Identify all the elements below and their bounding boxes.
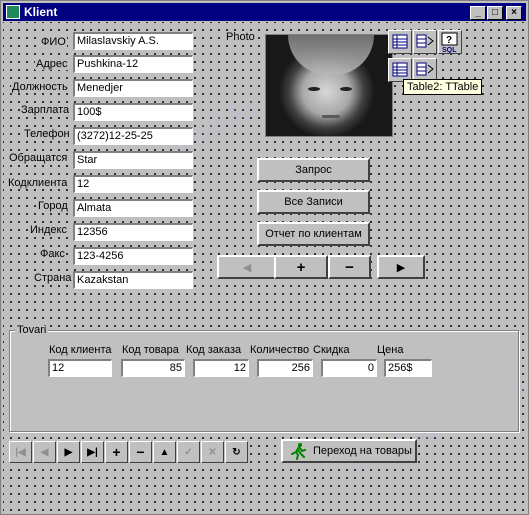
tovar-client-code-field[interactable]: 12 bbox=[48, 359, 112, 377]
label-city: Город bbox=[37, 200, 69, 212]
query-button[interactable]: Запрос bbox=[257, 158, 370, 182]
col-client-code: Код клиента bbox=[48, 344, 113, 356]
svg-text:SQL: SQL bbox=[442, 47, 457, 53]
label-salary: Зарплата bbox=[20, 104, 71, 116]
insert-button[interactable]: + bbox=[274, 255, 328, 279]
datasource-icon[interactable] bbox=[388, 30, 412, 54]
index-field[interactable]: 12356 bbox=[73, 223, 193, 241]
nav-delete-button[interactable]: − bbox=[129, 441, 152, 463]
prior-button[interactable]: ◀ bbox=[217, 255, 277, 279]
label-index: Индекс bbox=[29, 224, 68, 236]
col-goods-code: Код товара bbox=[121, 344, 180, 356]
col-quantity: Количество bbox=[249, 344, 311, 356]
label-address-form: Обращатся bbox=[8, 152, 69, 164]
delete-button[interactable]: − bbox=[328, 255, 371, 279]
label-client-code: Кодклиента bbox=[7, 177, 69, 189]
label-fax: Факс bbox=[39, 248, 66, 260]
salary-field[interactable]: 100$ bbox=[73, 103, 193, 121]
col-discount: Скидка bbox=[312, 344, 351, 356]
client-photo bbox=[265, 34, 393, 137]
tovar-quantity-field[interactable]: 256 bbox=[257, 359, 313, 377]
fax-field[interactable]: 123-4256 bbox=[73, 247, 193, 265]
component-tooltip: Table2: TTable bbox=[403, 79, 483, 95]
city-field[interactable]: Almata bbox=[73, 199, 193, 217]
nav-last-button[interactable]: ▶| bbox=[81, 441, 104, 463]
position-field[interactable]: Menedjer bbox=[73, 79, 193, 97]
label-phone: Телефон bbox=[23, 128, 71, 140]
table-link-icon[interactable] bbox=[413, 30, 437, 54]
fio-field[interactable]: Milaslavskiy A.S. bbox=[73, 32, 193, 50]
label-address: Адрес bbox=[35, 58, 69, 70]
close-button[interactable]: × bbox=[506, 6, 522, 20]
col-order-code: Код заказа bbox=[185, 344, 243, 356]
client-report-button[interactable]: Отчет по клиентам bbox=[257, 222, 370, 246]
minimize-button[interactable]: _ bbox=[470, 6, 486, 20]
label-fio: ФИО bbox=[40, 36, 67, 48]
nav-edit-button[interactable]: ▲ bbox=[153, 441, 176, 463]
nav-next-button[interactable]: ▶ bbox=[57, 441, 80, 463]
label-country: Страна bbox=[33, 272, 73, 284]
main-window: Klient _ □ × Stud.kz - Stud.kz Stud.kz -… bbox=[0, 0, 529, 515]
nav-refresh-button[interactable]: ↻ bbox=[225, 441, 248, 463]
nav-first-button[interactable]: |◀ bbox=[9, 441, 32, 463]
address-form-field[interactable]: Star bbox=[73, 151, 193, 169]
maximize-button[interactable]: □ bbox=[487, 6, 503, 20]
query-icon[interactable]: ? SQL bbox=[438, 30, 462, 54]
tovar-goods-code-field[interactable]: 85 bbox=[121, 359, 185, 377]
running-man-icon bbox=[289, 442, 307, 460]
goto-goods-label: Переход на товары bbox=[313, 445, 412, 457]
next-button[interactable]: ▶ bbox=[377, 255, 425, 279]
svg-text:?: ? bbox=[446, 35, 452, 46]
photo-label: Photo bbox=[225, 31, 256, 43]
client-code-field[interactable]: 12 bbox=[73, 175, 193, 193]
nav-insert-button[interactable]: + bbox=[105, 441, 128, 463]
phone-field[interactable]: (3272)12-25-25 bbox=[73, 127, 193, 145]
country-field[interactable]: Kazakstan bbox=[73, 271, 193, 289]
address-field[interactable]: Pushkina-12 bbox=[73, 55, 193, 73]
col-price: Цена bbox=[376, 344, 405, 356]
window-title: Klient bbox=[24, 5, 58, 19]
label-position: Должность bbox=[11, 81, 69, 93]
nav-prior-button[interactable]: ◀ bbox=[33, 441, 56, 463]
goto-goods-button[interactable]: Переход на товары bbox=[281, 439, 417, 463]
tovar-price-field[interactable]: 256$ bbox=[384, 359, 432, 377]
nav-post-button[interactable]: ✓ bbox=[177, 441, 200, 463]
all-records-button[interactable]: Все Записи bbox=[257, 190, 370, 214]
tovar-discount-field[interactable]: 0 bbox=[321, 359, 377, 377]
app-icon bbox=[6, 5, 20, 19]
title-bar[interactable]: Klient _ □ × bbox=[3, 3, 526, 21]
nav-cancel-button[interactable]: ✕ bbox=[201, 441, 224, 463]
form-client-area: Stud.kz - Stud.kz Stud.kz - Stud.kz ФИО … bbox=[3, 22, 529, 512]
tovari-group-title: Tovari bbox=[15, 324, 49, 336]
tovar-order-code-field[interactable]: 12 bbox=[193, 359, 249, 377]
